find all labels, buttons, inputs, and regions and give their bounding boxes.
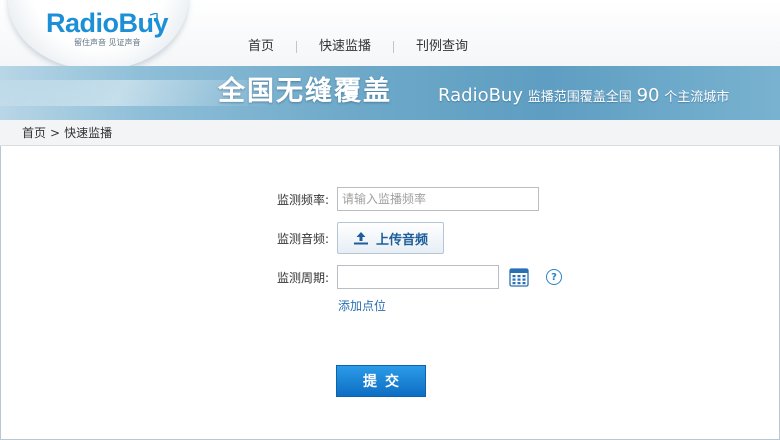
breadcrumb-separator: > [50,125,61,140]
nav-item-rate-query[interactable]: 刊例查询 [394,36,490,58]
banner-desc-prefix: 监播范围覆盖全国 [527,90,632,105]
audio-label: 监测音频: [277,231,330,246]
nav-item-home[interactable]: 首页 [226,36,296,58]
banner-title: 全国无缝覆盖 [218,76,392,107]
logo-tagline: 留住声音 见证声音 [74,38,141,47]
upload-audio-label: 上传音频 [375,232,428,248]
frequency-row: 监测频率: [277,187,539,211]
banner-brand: RadioBuy [438,85,523,106]
submit-button[interactable]: 提交 [336,365,426,397]
add-point-link[interactable]: 添加点位 [338,297,386,314]
period-input[interactable] [337,265,499,289]
nav-item-quick-monitor[interactable]: 快速监播 [297,36,393,58]
banner-subtitle: RadioBuy 监播范围覆盖全国 90 个主流城市 [438,86,729,108]
question-icon[interactable]: ? [546,269,562,285]
main-nav: 首页 快速监播 刊例查询 [226,36,490,58]
upload-audio-button[interactable]: 上传音频 [337,222,444,254]
upload-icon [353,232,368,245]
period-row: 监测周期: ? [277,265,562,289]
period-label: 监测周期: [277,270,330,285]
frequency-label: 监测频率: [277,192,330,207]
header: RadioBuy 留住声音 见证声音 首页 快速监播 刊例查询 [0,0,780,70]
frequency-input[interactable] [337,187,539,211]
breadcrumb-current: 快速监播 [64,126,113,140]
logo[interactable]: RadioBuy 留住声音 见证声音 [46,8,169,48]
music-note-icon [147,13,158,23]
breadcrumb: 首页 > 快速监播 [0,120,780,146]
breadcrumb-home[interactable]: 首页 [22,124,46,141]
banner-desc-suffix: 个主流城市 [664,90,730,105]
audio-row: 监测音频: 上传音频 [277,222,444,254]
calendar-icon[interactable] [509,267,529,287]
banner: 全国无缝覆盖 RadioBuy 监播范围覆盖全国 90 个主流城市 [0,66,780,120]
banner-city-count: 90 [636,85,660,106]
